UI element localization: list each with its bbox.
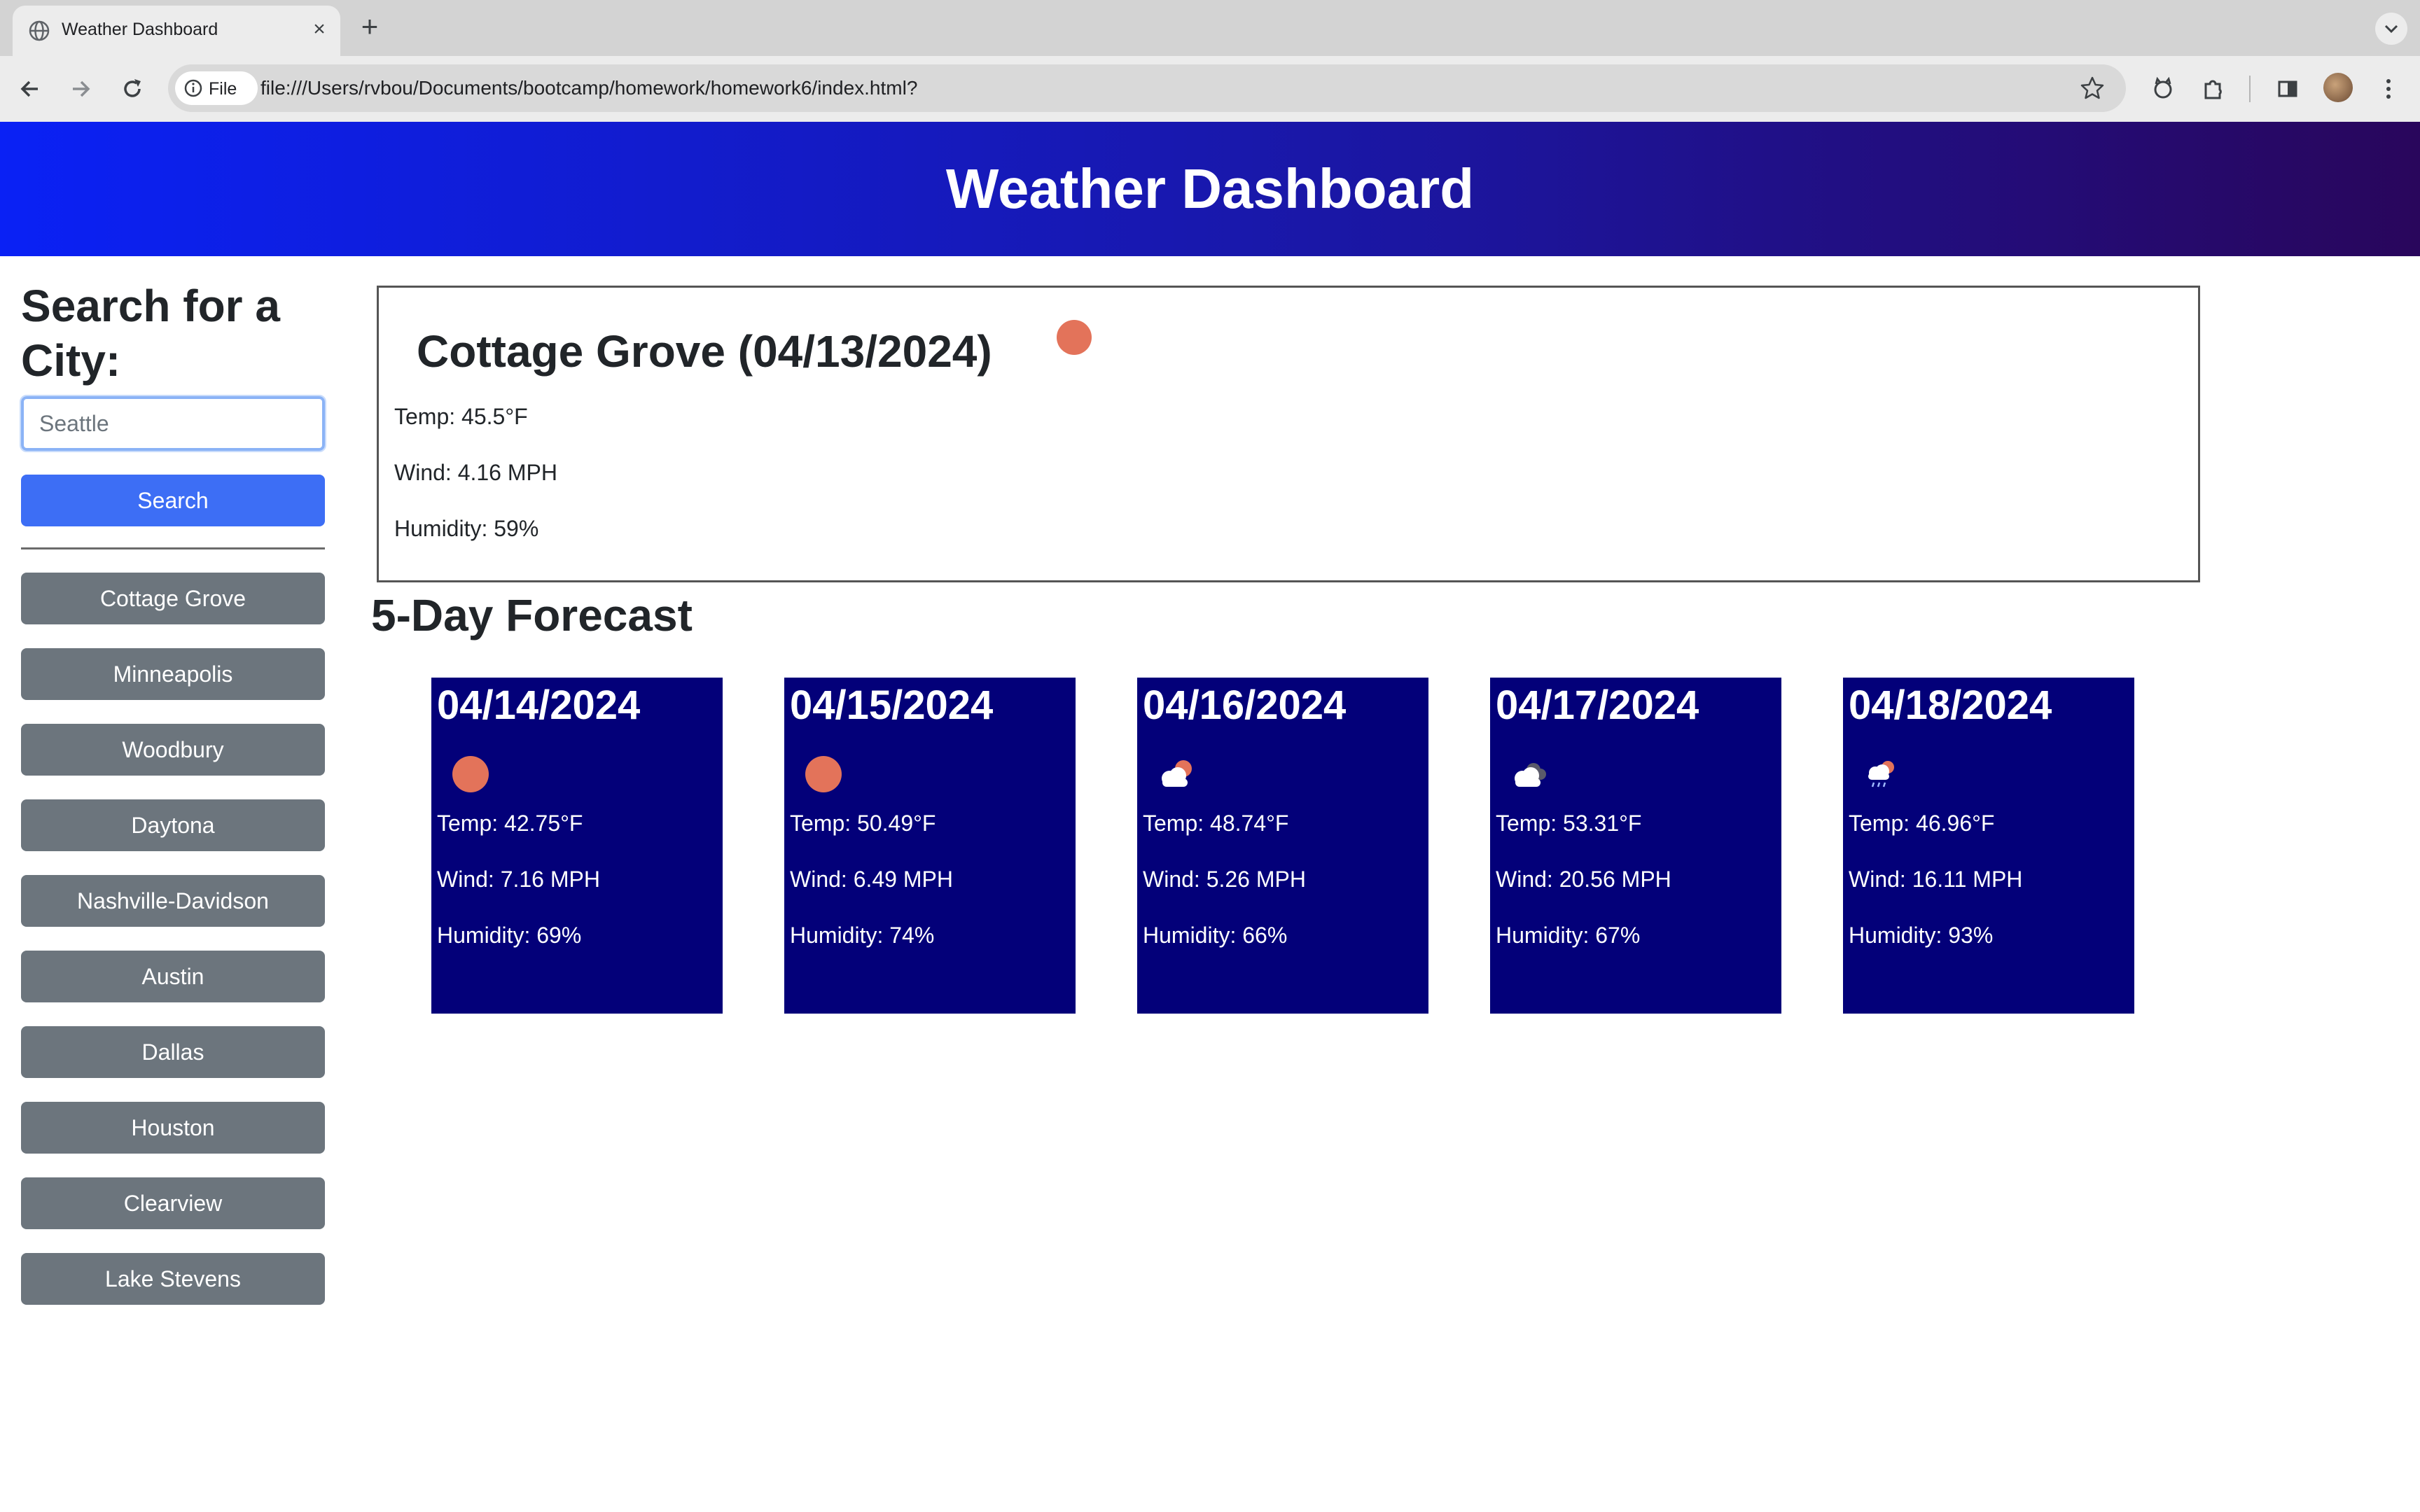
file-label: File: [209, 79, 237, 99]
history-button-minneapolis[interactable]: Minneapolis: [21, 648, 325, 700]
back-arrow-icon[interactable]: [13, 71, 48, 106]
tab-search-icon[interactable]: [2375, 13, 2407, 45]
site-header: Weather Dashboard: [0, 122, 2420, 256]
browser-tab-strip: Weather Dashboard × +: [0, 0, 2420, 56]
history-button-cottage-grove[interactable]: Cottage Grove: [21, 573, 325, 624]
history-button-nashville-davidson[interactable]: Nashville-Davidson: [21, 875, 325, 927]
forecast-wind: Wind: 16.11 MPH: [1849, 867, 2023, 892]
history-button-austin[interactable]: Austin: [21, 951, 325, 1002]
reload-icon[interactable]: [115, 71, 150, 106]
forecast-card: 04/17/2024 Temp: 53.31°F Wind: 20.56 MPH…: [1490, 678, 1781, 1014]
partly-cloudy-icon: [1162, 760, 1192, 787]
address-bar[interactable]: File file:///Users/rvbou/Documents/bootc…: [168, 64, 2126, 112]
toolbar-divider: [2249, 76, 2251, 102]
forecast-temp: Temp: 53.31°F: [1496, 811, 1642, 836]
city-search-input[interactable]: [20, 395, 326, 452]
forecast-temp: Temp: 48.74°F: [1143, 811, 1289, 836]
forecast-temp: Temp: 42.75°F: [437, 811, 583, 836]
sun-icon: [452, 756, 489, 792]
forecast-card: 04/15/2024 Temp: 50.49°F Wind: 6.49 MPH …: [784, 678, 1076, 1014]
forecast-humidity: Humidity: 67%: [1496, 923, 1641, 948]
history-button-houston[interactable]: Houston: [21, 1102, 325, 1154]
forecast-date: 04/14/2024: [437, 682, 641, 728]
forecast-temp: Temp: 46.96°F: [1849, 811, 1995, 836]
forecast-humidity: Humidity: 66%: [1143, 923, 1288, 948]
forecast-card: 04/18/2024 Temp: 46.96°F Wind: 16.11 MPH…: [1843, 678, 2134, 1014]
forecast-card: 04/14/2024 Temp: 42.75°F Wind: 7.16 MPH …: [431, 678, 723, 1014]
puzzle-extensions-icon[interactable]: [2196, 71, 2231, 106]
history-button-clearview[interactable]: Clearview: [21, 1177, 325, 1229]
forecast-date: 04/18/2024: [1849, 682, 2052, 728]
page-title: Weather Dashboard: [945, 158, 1475, 220]
tab-close-icon[interactable]: ×: [305, 15, 333, 43]
url-text[interactable]: file:///Users/rvbou/Documents/bootcamp/h…: [260, 77, 917, 99]
current-city-title: Cottage Grove (04/13/2024): [417, 326, 992, 377]
search-history-list: Cottage Grove Minneapolis Woodbury Dayto…: [21, 573, 325, 1329]
sidebar-divider: [21, 547, 325, 550]
forecast-wind: Wind: 20.56 MPH: [1496, 867, 1671, 892]
forecast-card: 04/16/2024 Temp: 48.74°F Wind: 5.26 MPH …: [1137, 678, 1428, 1014]
forecast-temp: Temp: 50.49°F: [790, 811, 936, 836]
forecast-humidity: Humidity: 93%: [1849, 923, 1994, 948]
forward-arrow-icon[interactable]: [63, 71, 98, 106]
tab-title: Weather Dashboard: [62, 20, 218, 39]
sun-icon: [1057, 320, 1092, 355]
info-icon: [184, 79, 202, 97]
bookmark-star-icon[interactable]: [2078, 74, 2106, 102]
sun-icon: [805, 756, 842, 792]
new-tab-icon[interactable]: +: [353, 12, 387, 43]
forecast-heading: 5-Day Forecast: [371, 590, 693, 640]
forecast-date: 04/17/2024: [1496, 682, 1699, 728]
search-heading: Search for a City:: [21, 281, 280, 386]
cloudy-icon: [1515, 763, 1546, 787]
current-wind: Wind: 4.16 MPH: [394, 460, 557, 485]
current-temp: Temp: 45.5°F: [394, 404, 528, 429]
profile-avatar[interactable]: [2323, 73, 2353, 102]
extension-face-icon[interactable]: [2146, 71, 2181, 106]
forecast-date: 04/16/2024: [1143, 682, 1347, 728]
browser-tab[interactable]: Weather Dashboard ×: [13, 6, 340, 56]
current-humidity: Humidity: 59%: [394, 516, 539, 541]
browser-toolbar: File file:///Users/rvbou/Documents/bootc…: [0, 56, 2420, 123]
history-button-woodbury[interactable]: Woodbury: [21, 724, 325, 776]
forecast-date: 04/15/2024: [790, 682, 994, 728]
side-panel-icon[interactable]: [2270, 71, 2305, 106]
history-button-lake-stevens[interactable]: Lake Stevens: [21, 1253, 325, 1305]
forecast-humidity: Humidity: 69%: [437, 923, 582, 948]
current-weather-panel: Cottage Grove (04/13/2024) Temp: 45.5°F …: [377, 286, 2200, 582]
site-info-chip[interactable]: File: [175, 71, 258, 105]
search-button[interactable]: Search: [21, 475, 325, 526]
rain-sun-icon: [1868, 761, 1894, 788]
more-menu-icon[interactable]: [2371, 71, 2406, 106]
globe-icon: [29, 20, 50, 41]
forecast-wind: Wind: 7.16 MPH: [437, 867, 600, 892]
history-button-daytona[interactable]: Daytona: [21, 799, 325, 851]
history-button-dallas[interactable]: Dallas: [21, 1026, 325, 1078]
forecast-humidity: Humidity: 74%: [790, 923, 935, 948]
forecast-wind: Wind: 6.49 MPH: [790, 867, 953, 892]
forecast-wind: Wind: 5.26 MPH: [1143, 867, 1306, 892]
